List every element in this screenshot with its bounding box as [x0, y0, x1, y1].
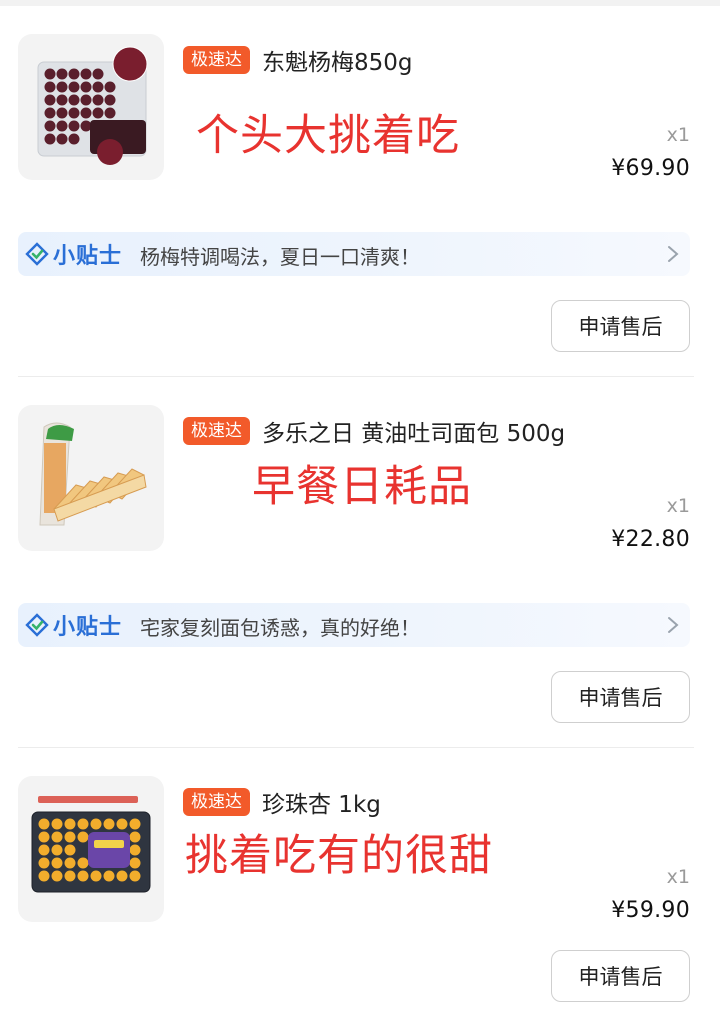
product-title[interactable]: 东魁杨梅850g: [262, 43, 413, 77]
product-title[interactable]: 珍珠杏 1kg: [262, 785, 381, 819]
handwritten-annotation: 挑着吃有的很甜: [185, 831, 493, 881]
price-label: ¥59.90: [611, 898, 690, 923]
chevron-right-icon: [668, 617, 679, 633]
bayberry-box-illustration: [37, 46, 148, 165]
product-image-toast[interactable]: [18, 405, 164, 551]
express-badge: 极速达: [183, 788, 250, 816]
tip-text: 杨梅特调喝法，夏日一口清爽！: [140, 245, 420, 269]
product-image-apricot[interactable]: [18, 776, 164, 922]
price-label: ¥22.80: [611, 527, 690, 552]
tip-text: 宅家复刻面包诱惑，真的好绝！: [140, 616, 420, 640]
tip-label: 小贴士: [53, 615, 123, 640]
quantity-label: x1: [666, 124, 690, 146]
toast-bread-illustration: [39, 422, 147, 526]
express-badge: 极速达: [183, 417, 250, 445]
after-sale-button[interactable]: 申请售后: [551, 671, 690, 723]
after-sale-button[interactable]: 申请售后: [551, 300, 690, 352]
price-label: ¥69.90: [611, 156, 690, 181]
chevron-right-icon: [668, 246, 679, 262]
order-item-toast[interactable]: 极速达 多乐之日 黄油吐司面包 500g 早餐日耗品 x1 ¥22.80 小贴士…: [0, 377, 720, 749]
order-item-apricot[interactable]: 极速达 珍珠杏 1kg 挑着吃有的很甜 x1 ¥59.90 申请售后: [0, 748, 720, 1019]
tip-diamond-icon: [25, 242, 49, 266]
handwritten-annotation: 个头大挑着吃: [196, 111, 460, 161]
product-image-bayberry[interactable]: [18, 34, 164, 180]
tip-banner[interactable]: 小贴士 杨梅特调喝法，夏日一口清爽！: [18, 232, 690, 276]
tip-banner[interactable]: 小贴士 宅家复刻面包诱惑，真的好绝！: [18, 603, 690, 647]
tip-label: 小贴士: [53, 244, 123, 269]
apricot-box-illustration: [31, 796, 151, 893]
tip-diamond-icon: [25, 613, 49, 637]
quantity-label: x1: [666, 495, 690, 517]
handwritten-annotation: 早餐日耗品: [252, 462, 472, 512]
order-item-bayberry[interactable]: 极速达 东魁杨梅850g 个头大挑着吃 x1 ¥69.90 小贴士 杨梅特调喝法…: [0, 6, 720, 378]
express-badge: 极速达: [183, 46, 250, 74]
after-sale-button[interactable]: 申请售后: [551, 950, 690, 1002]
quantity-label: x1: [666, 866, 690, 888]
product-title[interactable]: 多乐之日 黄油吐司面包 500g: [262, 414, 565, 448]
